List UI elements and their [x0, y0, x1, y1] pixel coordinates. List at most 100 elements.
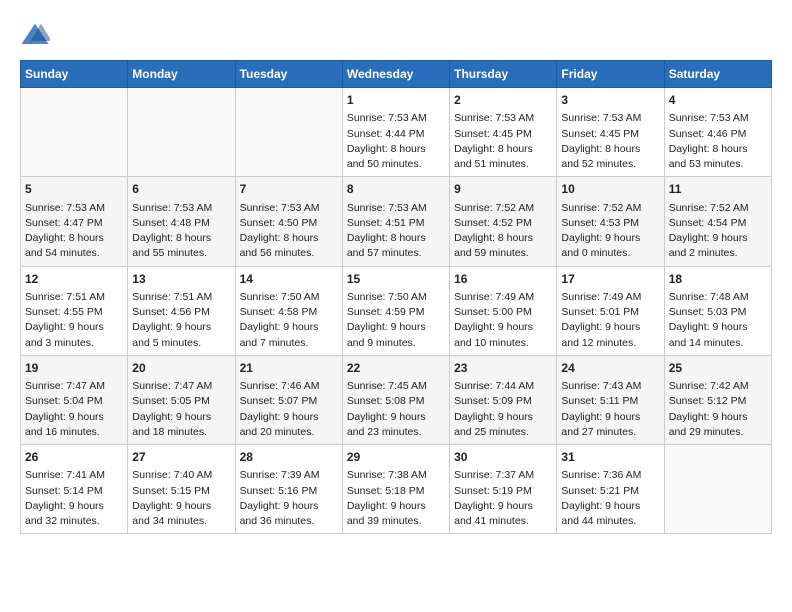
day-number: 20	[132, 360, 230, 377]
day-number: 14	[240, 271, 338, 288]
calendar-cell: 18 Sunrise: 7:48 AM Sunset: 5:03 PM Dayli…	[664, 266, 771, 355]
calendar-cell	[128, 88, 235, 177]
day-info: Sunrise: 7:51 AM Sunset: 4:55 PM Dayligh…	[25, 290, 123, 351]
calendar-cell: 28 Sunrise: 7:39 AM Sunset: 5:16 PM Dayli…	[235, 445, 342, 534]
day-number: 9	[454, 181, 552, 198]
calendar-cell: 7 Sunrise: 7:53 AM Sunset: 4:50 PM Daylig…	[235, 177, 342, 266]
calendar-cell: 5 Sunrise: 7:53 AM Sunset: 4:47 PM Daylig…	[21, 177, 128, 266]
day-info: Sunrise: 7:52 AM Sunset: 4:52 PM Dayligh…	[454, 201, 552, 262]
day-info: Sunrise: 7:45 AM Sunset: 5:08 PM Dayligh…	[347, 379, 445, 440]
day-number: 4	[669, 92, 767, 109]
day-number: 29	[347, 449, 445, 466]
calendar-cell: 21 Sunrise: 7:46 AM Sunset: 5:07 PM Dayli…	[235, 355, 342, 444]
day-info: Sunrise: 7:50 AM Sunset: 4:58 PM Dayligh…	[240, 290, 338, 351]
day-number: 16	[454, 271, 552, 288]
calendar-cell: 11 Sunrise: 7:52 AM Sunset: 4:54 PM Dayli…	[664, 177, 771, 266]
day-number: 10	[561, 181, 659, 198]
calendar-week-3: 12 Sunrise: 7:51 AM Sunset: 4:55 PM Dayli…	[21, 266, 772, 355]
day-info: Sunrise: 7:39 AM Sunset: 5:16 PM Dayligh…	[240, 468, 338, 529]
calendar-cell: 26 Sunrise: 7:41 AM Sunset: 5:14 PM Dayli…	[21, 445, 128, 534]
day-number: 8	[347, 181, 445, 198]
calendar-cell: 15 Sunrise: 7:50 AM Sunset: 4:59 PM Dayli…	[342, 266, 449, 355]
day-number: 5	[25, 181, 123, 198]
calendar-cell: 8 Sunrise: 7:53 AM Sunset: 4:51 PM Daylig…	[342, 177, 449, 266]
day-info: Sunrise: 7:44 AM Sunset: 5:09 PM Dayligh…	[454, 379, 552, 440]
calendar-cell: 12 Sunrise: 7:51 AM Sunset: 4:55 PM Dayli…	[21, 266, 128, 355]
calendar-cell: 25 Sunrise: 7:42 AM Sunset: 5:12 PM Dayli…	[664, 355, 771, 444]
day-header-sunday: Sunday	[21, 61, 128, 88]
day-number: 22	[347, 360, 445, 377]
day-info: Sunrise: 7:37 AM Sunset: 5:19 PM Dayligh…	[454, 468, 552, 529]
calendar-cell: 27Sunrise: 7:40 AM Sunset: 5:15 PM Dayli…	[128, 445, 235, 534]
day-info: Sunrise: 7:49 AM Sunset: 5:01 PM Dayligh…	[561, 290, 659, 351]
day-info: Sunrise: 7:49 AM Sunset: 5:00 PM Dayligh…	[454, 290, 552, 351]
day-info: Sunrise: 7:52 AM Sunset: 4:54 PM Dayligh…	[669, 201, 767, 262]
day-info: Sunrise: 7:53 AM Sunset: 4:47 PM Dayligh…	[25, 201, 123, 262]
day-info: Sunrise: 7:42 AM Sunset: 5:12 PM Dayligh…	[669, 379, 767, 440]
calendar-cell: 1 Sunrise: 7:53 AM Sunset: 4:44 PM Daylig…	[342, 88, 449, 177]
day-info: Sunrise: 7:50 AM Sunset: 4:59 PM Dayligh…	[347, 290, 445, 351]
day-info: Sunrise: 7:51 AM Sunset: 4:56 PM Dayligh…	[132, 290, 230, 351]
calendar-cell: 19 Sunrise: 7:47 AM Sunset: 5:04 PM Dayli…	[21, 355, 128, 444]
calendar-cell: 31Sunrise: 7:36 AM Sunset: 5:21 PM Dayli…	[557, 445, 664, 534]
logo-icon	[20, 20, 50, 50]
day-number: 2	[454, 92, 552, 109]
calendar-cell: 2 Sunrise: 7:53 AM Sunset: 4:45 PM Daylig…	[450, 88, 557, 177]
calendar-cell	[235, 88, 342, 177]
calendar-week-1: 1 Sunrise: 7:53 AM Sunset: 4:44 PM Daylig…	[21, 88, 772, 177]
day-number: 1	[347, 92, 445, 109]
day-info: Sunrise: 7:47 AM Sunset: 5:05 PM Dayligh…	[132, 379, 230, 440]
calendar-cell: 17 Sunrise: 7:49 AM Sunset: 5:01 PM Dayli…	[557, 266, 664, 355]
day-header-monday: Monday	[128, 61, 235, 88]
day-info: Sunrise: 7:53 AM Sunset: 4:45 PM Dayligh…	[561, 111, 659, 172]
day-info: Sunrise: 7:41 AM Sunset: 5:14 PM Dayligh…	[25, 468, 123, 529]
calendar-header: SundayMondayTuesdayWednesdayThursdayFrid…	[21, 61, 772, 88]
calendar-cell: 23Sunrise: 7:44 AM Sunset: 5:09 PM Dayli…	[450, 355, 557, 444]
day-number: 25	[669, 360, 767, 377]
day-header-friday: Friday	[557, 61, 664, 88]
calendar-cell: 29 Sunrise: 7:38 AM Sunset: 5:18 PM Dayli…	[342, 445, 449, 534]
day-info: Sunrise: 7:53 AM Sunset: 4:45 PM Dayligh…	[454, 111, 552, 172]
day-header-wednesday: Wednesday	[342, 61, 449, 88]
day-header-tuesday: Tuesday	[235, 61, 342, 88]
calendar-cell: 14 Sunrise: 7:50 AM Sunset: 4:58 PM Dayli…	[235, 266, 342, 355]
day-number: 19	[25, 360, 123, 377]
day-number: 31	[561, 449, 659, 466]
day-info: Sunrise: 7:53 AM Sunset: 4:46 PM Dayligh…	[669, 111, 767, 172]
calendar-cell: 10 Sunrise: 7:52 AM Sunset: 4:53 PM Dayli…	[557, 177, 664, 266]
day-info: Sunrise: 7:38 AM Sunset: 5:18 PM Dayligh…	[347, 468, 445, 529]
day-info: Sunrise: 7:46 AM Sunset: 5:07 PM Dayligh…	[240, 379, 338, 440]
day-number: 26	[25, 449, 123, 466]
day-info: Sunrise: 7:47 AM Sunset: 5:04 PM Dayligh…	[25, 379, 123, 440]
day-info: Sunrise: 7:40 AM Sunset: 5:15 PM Dayligh…	[132, 468, 230, 529]
calendar-cell: 4 Sunrise: 7:53 AM Sunset: 4:46 PM Daylig…	[664, 88, 771, 177]
day-info: Sunrise: 7:53 AM Sunset: 4:44 PM Dayligh…	[347, 111, 445, 172]
calendar-week-2: 5 Sunrise: 7:53 AM Sunset: 4:47 PM Daylig…	[21, 177, 772, 266]
day-info: Sunrise: 7:53 AM Sunset: 4:51 PM Dayligh…	[347, 201, 445, 262]
day-info: Sunrise: 7:53 AM Sunset: 4:50 PM Dayligh…	[240, 201, 338, 262]
calendar-cell	[21, 88, 128, 177]
day-number: 6	[132, 181, 230, 198]
calendar-cell: 9 Sunrise: 7:52 AM Sunset: 4:52 PM Daylig…	[450, 177, 557, 266]
calendar-cell: 30Sunrise: 7:37 AM Sunset: 5:19 PM Dayli…	[450, 445, 557, 534]
calendar-cell: 22 Sunrise: 7:45 AM Sunset: 5:08 PM Dayli…	[342, 355, 449, 444]
day-number: 15	[347, 271, 445, 288]
calendar-cell: 16 Sunrise: 7:49 AM Sunset: 5:00 PM Dayli…	[450, 266, 557, 355]
calendar: SundayMondayTuesdayWednesdayThursdayFrid…	[20, 60, 772, 534]
day-number: 17	[561, 271, 659, 288]
day-info: Sunrise: 7:52 AM Sunset: 4:53 PM Dayligh…	[561, 201, 659, 262]
day-number: 28	[240, 449, 338, 466]
day-info: Sunrise: 7:43 AM Sunset: 5:11 PM Dayligh…	[561, 379, 659, 440]
calendar-cell	[664, 445, 771, 534]
day-number: 18	[669, 271, 767, 288]
header	[20, 20, 772, 50]
calendar-cell: 20 Sunrise: 7:47 AM Sunset: 5:05 PM Dayli…	[128, 355, 235, 444]
day-number: 11	[669, 181, 767, 198]
day-number: 7	[240, 181, 338, 198]
day-info: Sunrise: 7:48 AM Sunset: 5:03 PM Dayligh…	[669, 290, 767, 351]
day-number: 12	[25, 271, 123, 288]
calendar-body: 1 Sunrise: 7:53 AM Sunset: 4:44 PM Daylig…	[21, 88, 772, 534]
calendar-cell: 24Sunrise: 7:43 AM Sunset: 5:11 PM Dayli…	[557, 355, 664, 444]
day-number: 21	[240, 360, 338, 377]
logo	[20, 20, 56, 50]
